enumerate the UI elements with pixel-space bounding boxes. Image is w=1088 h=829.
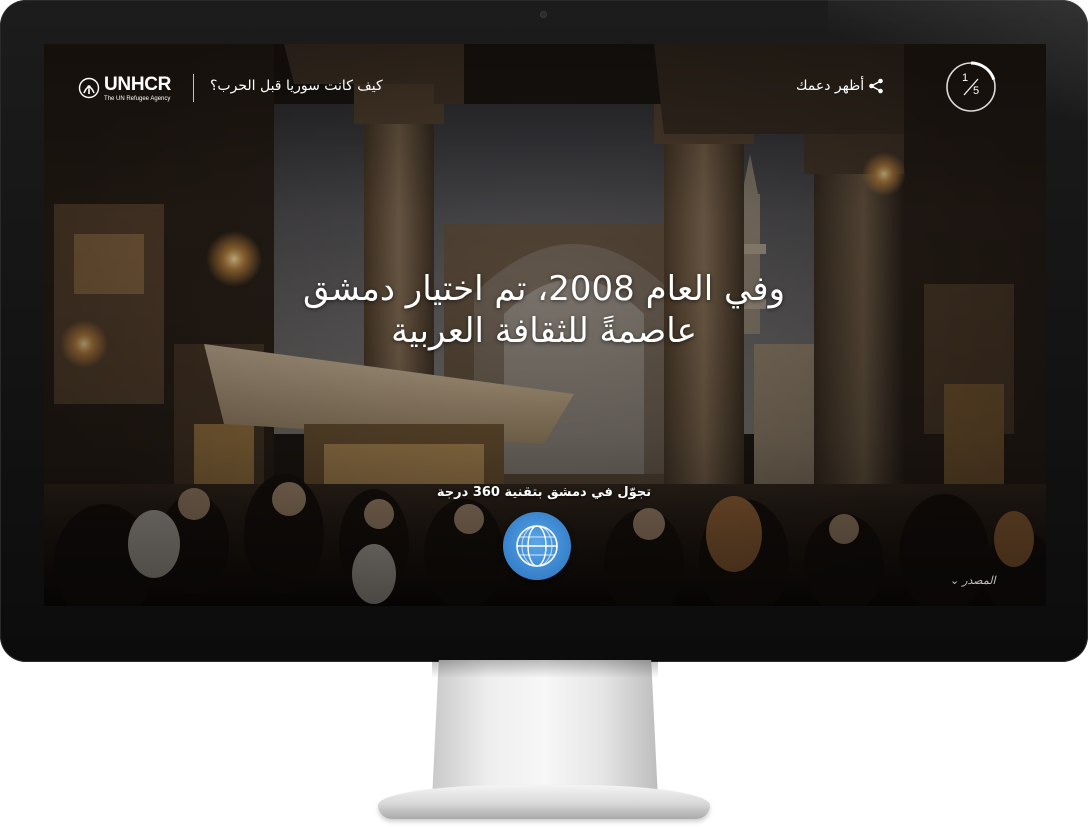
monitor-stand-base bbox=[378, 785, 710, 819]
story-title: كيف كانت سوريا قبل الحرب؟ bbox=[210, 78, 383, 94]
tour-360-button[interactable] bbox=[503, 512, 571, 580]
logo-name: UNHCR bbox=[104, 73, 172, 95]
share-label: أظهر دعمك bbox=[796, 78, 865, 94]
360-globe-icon bbox=[516, 525, 558, 567]
progress-total: 5 bbox=[973, 85, 980, 97]
logo-tagline: The UN Refugee Agency bbox=[104, 95, 171, 102]
unhcr-logo[interactable]: UNHCR The UN Refugee Agency bbox=[78, 74, 171, 102]
share-icon bbox=[869, 78, 883, 94]
header-divider bbox=[193, 74, 194, 102]
camera-dot bbox=[540, 11, 547, 18]
progress-current: 1 bbox=[962, 72, 969, 84]
chevron-down-icon: ⌄ bbox=[950, 574, 960, 587]
headline-line-1: وفي العام 2008، تم اختيار دمشق bbox=[302, 269, 786, 309]
source-toggle[interactable]: ⌄ المصدر bbox=[950, 574, 996, 587]
source-label: المصدر bbox=[962, 574, 996, 587]
headline-line-2: عاصمةً للثقافة العربية bbox=[391, 311, 697, 351]
unhcr-emblem-icon bbox=[78, 77, 100, 99]
monitor-stand-shadow bbox=[432, 660, 658, 678]
monitor-stand-neck bbox=[432, 660, 658, 800]
slide-headline: وفي العام 2008، تم اختيار دمشق عاصمةً لل… bbox=[224, 268, 864, 352]
slide-progress-indicator[interactable]: 1 5 bbox=[945, 61, 997, 113]
tour-360-label: تجوّل في دمشق بتقنية 360 درجة bbox=[436, 485, 652, 500]
screen: UNHCR The UN Refugee Agency كيف كانت سور… bbox=[44, 44, 1046, 606]
monitor-bezel: UNHCR The UN Refugee Agency كيف كانت سور… bbox=[0, 0, 1088, 662]
share-button[interactable]: أظهر دعمك bbox=[796, 78, 884, 94]
progress-ring bbox=[946, 61, 996, 112]
